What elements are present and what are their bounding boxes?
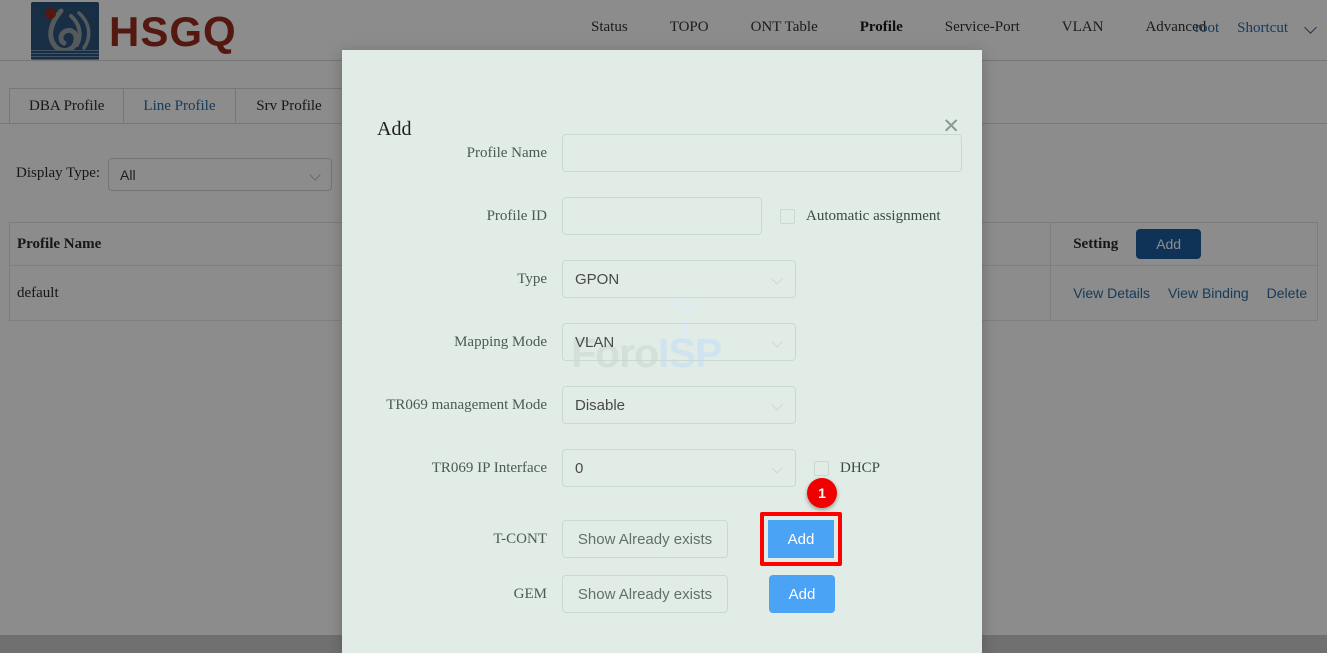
type-select[interactable]: GPON: [562, 260, 796, 298]
tr069-ip-interface-select[interactable]: 0: [562, 449, 796, 487]
automatic-assignment-checkbox[interactable]: [780, 208, 795, 224]
gem-add-button[interactable]: Add: [769, 575, 835, 613]
dhcp-checkbox[interactable]: [814, 460, 829, 476]
gem-show-existing-button[interactable]: Show Already exists: [562, 575, 728, 613]
label-type: Type: [517, 270, 547, 287]
field-row-profile-name: Profile Name: [342, 134, 982, 172]
label-gem: GEM: [513, 585, 547, 602]
label-profile-name: Profile Name: [466, 144, 547, 161]
chevron-down-icon: [771, 462, 783, 474]
label-profile-id: Profile ID: [486, 207, 547, 224]
profile-name-input[interactable]: [562, 134, 962, 172]
automatic-assignment-label: Automatic assignment: [806, 207, 941, 224]
label-tr069-management-mode: TR069 management Mode: [386, 396, 547, 413]
tr069-management-mode-value: Disable: [575, 396, 626, 414]
mapping-mode-value: VLAN: [575, 333, 615, 351]
type-value: GPON: [575, 270, 620, 288]
field-row-gem: GEM Show Already exists Add: [342, 575, 982, 613]
mapping-mode-select[interactable]: VLAN: [562, 323, 796, 361]
tcont-add-highlight: Add: [760, 512, 842, 566]
field-row-tcont: T-CONT Show Already exists Add: [342, 512, 982, 566]
automatic-assignment-group: Automatic assignment: [780, 208, 941, 225]
label-tcont: T-CONT: [493, 530, 547, 547]
field-row-type: Type GPON: [342, 260, 982, 298]
tr069-management-mode-select[interactable]: Disable: [562, 386, 796, 424]
chevron-down-icon: [771, 336, 783, 348]
add-line-profile-dialog: Add ✕ ForoISP Profile Name Profile ID Au…: [342, 50, 982, 653]
field-row-tr069-ip-interface: TR069 IP Interface 0 DHCP: [342, 449, 982, 487]
tcont-show-existing-button[interactable]: Show Already exists: [562, 520, 728, 558]
annotation-badge-1: 1: [807, 478, 837, 508]
tr069-ip-interface-value: 0: [575, 459, 584, 477]
chevron-down-icon: [771, 399, 783, 411]
field-row-mapping-mode: Mapping Mode VLAN: [342, 323, 982, 361]
label-mapping-mode: Mapping Mode: [454, 333, 547, 350]
field-row-profile-id: Profile ID Automatic assignment: [342, 197, 982, 235]
dhcp-label: DHCP: [840, 459, 881, 476]
field-row-tr069-management-mode: TR069 management Mode Disable: [342, 386, 982, 424]
label-tr069-ip-interface: TR069 IP Interface: [431, 459, 547, 476]
profile-id-input[interactable]: [562, 197, 762, 235]
chevron-down-icon: [771, 273, 783, 285]
dhcp-group: DHCP: [814, 460, 880, 477]
tcont-add-button[interactable]: Add: [768, 520, 834, 558]
